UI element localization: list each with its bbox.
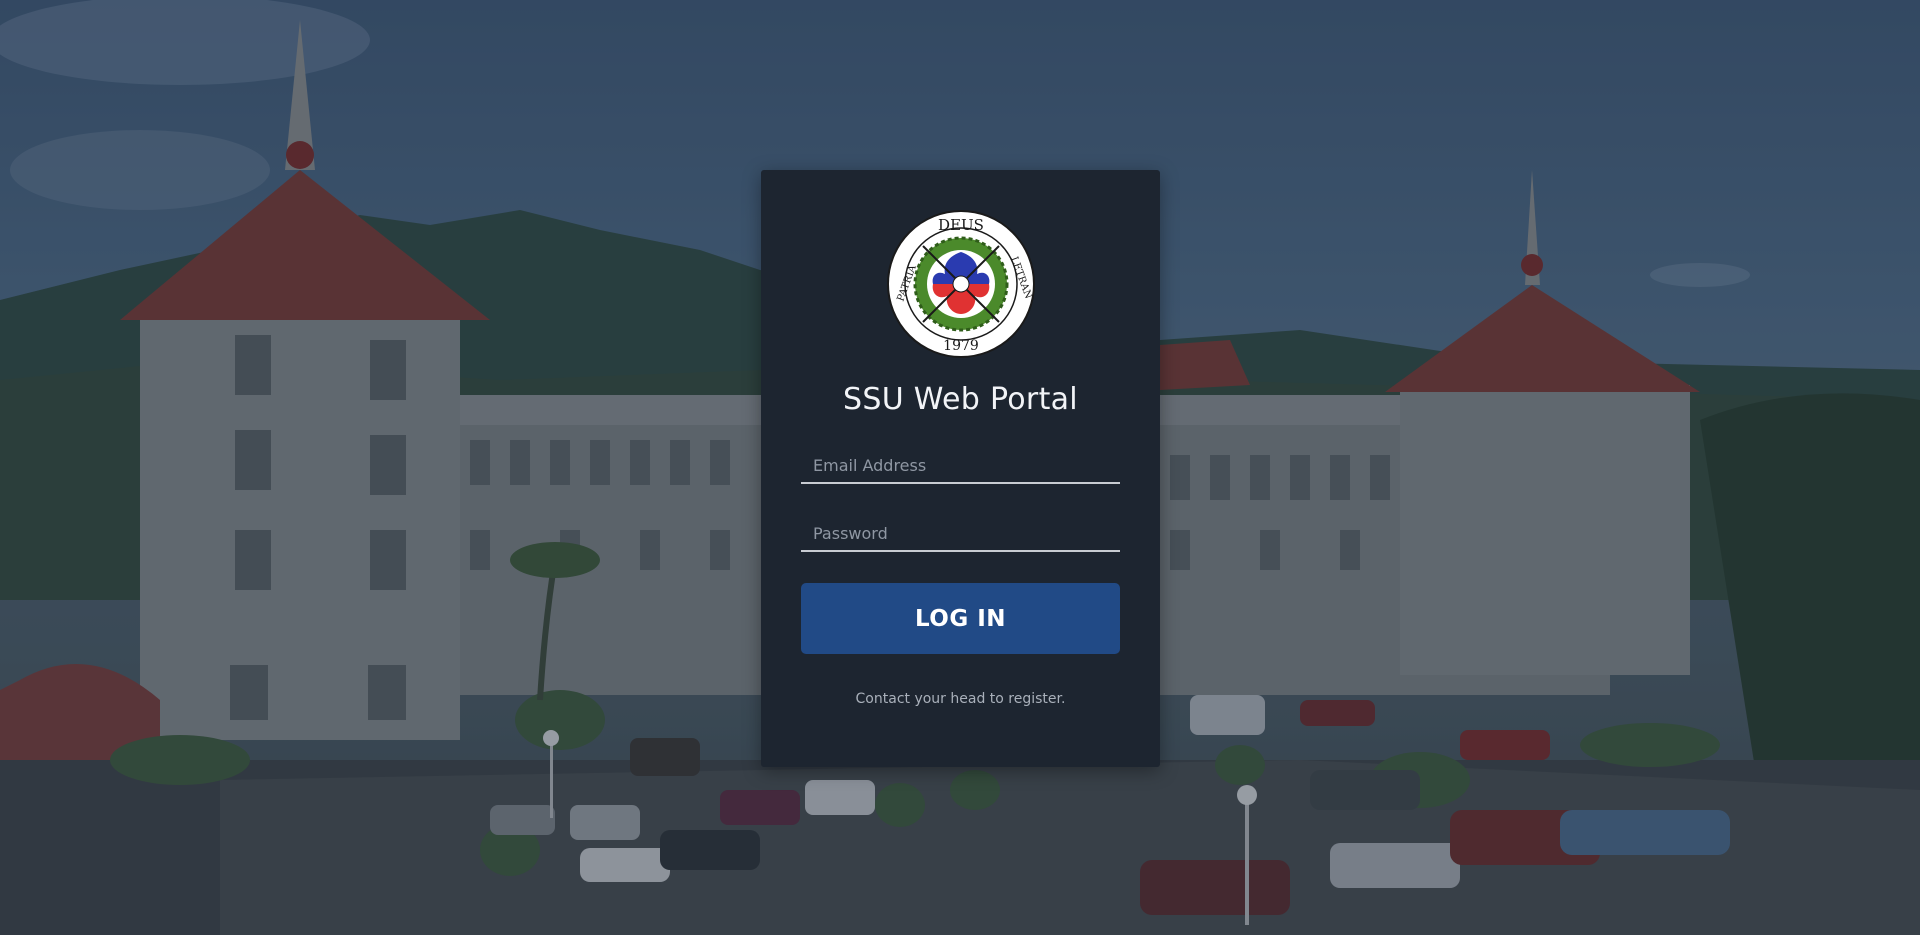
register-note: Contact your head to register. (855, 691, 1066, 707)
page-title: SSU Web Portal (843, 382, 1078, 417)
email-field-wrapper (801, 448, 1120, 484)
password-input[interactable] (801, 516, 1120, 550)
seal-logo-icon: DEUS 1979 PATRIA LETRAN (887, 210, 1035, 358)
login-button[interactable]: LOG IN (801, 583, 1120, 654)
logo-motto-top: DEUS (938, 216, 984, 234)
email-input[interactable] (801, 448, 1120, 482)
password-field-wrapper (801, 516, 1120, 552)
login-card: DEUS 1979 PATRIA LETRAN SSU Web Portal L… (761, 170, 1160, 767)
logo-year: 1979 (943, 338, 979, 354)
